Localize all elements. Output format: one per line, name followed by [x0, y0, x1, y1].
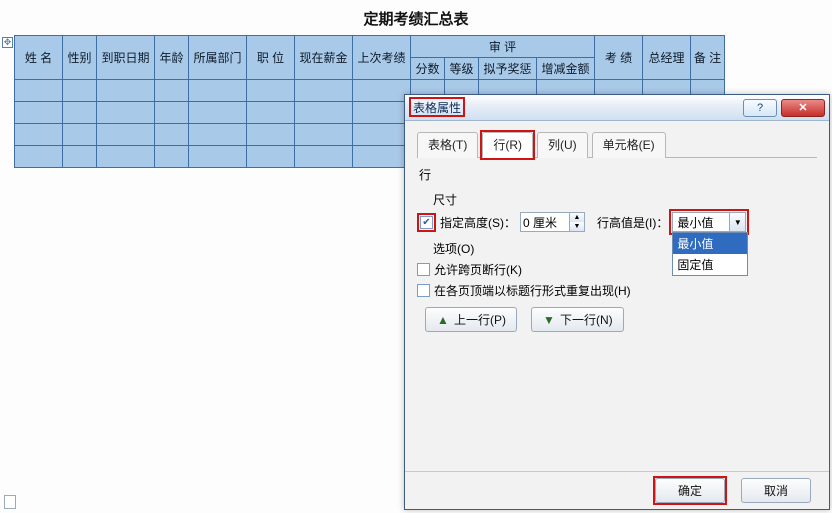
tab-cell[interactable]: 单元格(E)	[592, 132, 666, 158]
height-spinner[interactable]: ▲ ▼	[520, 212, 585, 232]
label-allow-break: 允许跨页断行(K)	[434, 261, 522, 278]
col-age: 年龄	[155, 36, 189, 80]
tab-strip: 表格(T) 行(R) 列(U) 单元格(E)	[417, 131, 817, 158]
col-gm: 总经理	[643, 36, 691, 80]
tab-row[interactable]: 行(R)	[482, 132, 533, 158]
ok-button[interactable]: 确定	[655, 478, 725, 503]
combo-selected-value: 最小值	[673, 214, 729, 231]
label-specify-height: 指定高度(S)：	[440, 214, 516, 231]
table-properties-dialog: 表格属性 ? ✕ 表格(T) 行(R) 列(U) 单元格(E) 行 尺寸 指定高…	[404, 94, 830, 510]
table-move-handle[interactable]: ✥	[2, 37, 13, 48]
col-hiredate: 到职日期	[97, 36, 155, 80]
dialog-footer: 确定 取消	[405, 471, 829, 509]
label-repeat-header: 在各页顶端以标题行形式重复出现(H)	[434, 282, 631, 299]
close-button[interactable]: ✕	[781, 99, 825, 117]
tab-table[interactable]: 表格(T)	[417, 132, 478, 158]
col-level: 等级	[445, 58, 479, 80]
prev-row-button[interactable]: ▲ 上一行(P)	[425, 307, 517, 332]
col-name: 姓 名	[15, 36, 63, 80]
col-grade: 考 绩	[595, 36, 643, 80]
dialog-title: 表格属性	[413, 99, 461, 116]
highlight-spec-height	[417, 213, 436, 232]
help-button[interactable]: ?	[743, 99, 777, 117]
col-delta: 增减金额	[537, 58, 595, 80]
arrow-down-icon: ▼	[542, 313, 556, 327]
col-note: 备 注	[691, 36, 725, 80]
col-dept: 所属部门	[189, 36, 247, 80]
row-height-type-combo[interactable]: 最小值 ▼	[672, 212, 746, 232]
col-score: 分数	[411, 58, 445, 80]
label-row-height-is: 行高值是(I)：	[597, 214, 668, 231]
col-last-review: 上次考绩	[353, 36, 411, 80]
checkbox-specify-height[interactable]	[420, 216, 433, 229]
col-title: 职 位	[247, 36, 295, 80]
combo-dropdown-list[interactable]: 最小值 固定值	[672, 232, 748, 276]
group-options-label: 选项(O)	[433, 240, 817, 257]
col-group-review: 审 评	[411, 36, 595, 58]
dialog-titlebar[interactable]: 表格属性 ? ✕	[405, 95, 829, 121]
combo-option-fixed[interactable]: 固定值	[673, 254, 747, 275]
next-row-button[interactable]: ▼ 下一行(N)	[531, 307, 624, 332]
checkbox-allow-break[interactable]	[417, 263, 430, 276]
chevron-down-icon[interactable]: ▼	[729, 213, 745, 231]
page-corner-marker	[4, 495, 16, 509]
spin-down-icon[interactable]: ▼	[570, 222, 584, 231]
cancel-button[interactable]: 取消	[741, 478, 811, 503]
tab-column[interactable]: 列(U)	[537, 132, 588, 158]
spin-up-icon[interactable]: ▲	[570, 213, 584, 222]
arrow-up-icon: ▲	[436, 313, 450, 327]
height-input[interactable]	[521, 213, 569, 231]
col-gender: 性别	[63, 36, 97, 80]
group-size-label: 尺寸	[433, 191, 817, 208]
page-title: 定期考绩汇总表	[0, 8, 832, 29]
col-salary: 现在薪金	[295, 36, 353, 80]
combo-option-min[interactable]: 最小值	[673, 233, 747, 254]
col-reward: 拟予奖惩	[479, 58, 537, 80]
checkbox-repeat-header[interactable]	[417, 284, 430, 297]
group-row-label: 行	[419, 166, 817, 183]
